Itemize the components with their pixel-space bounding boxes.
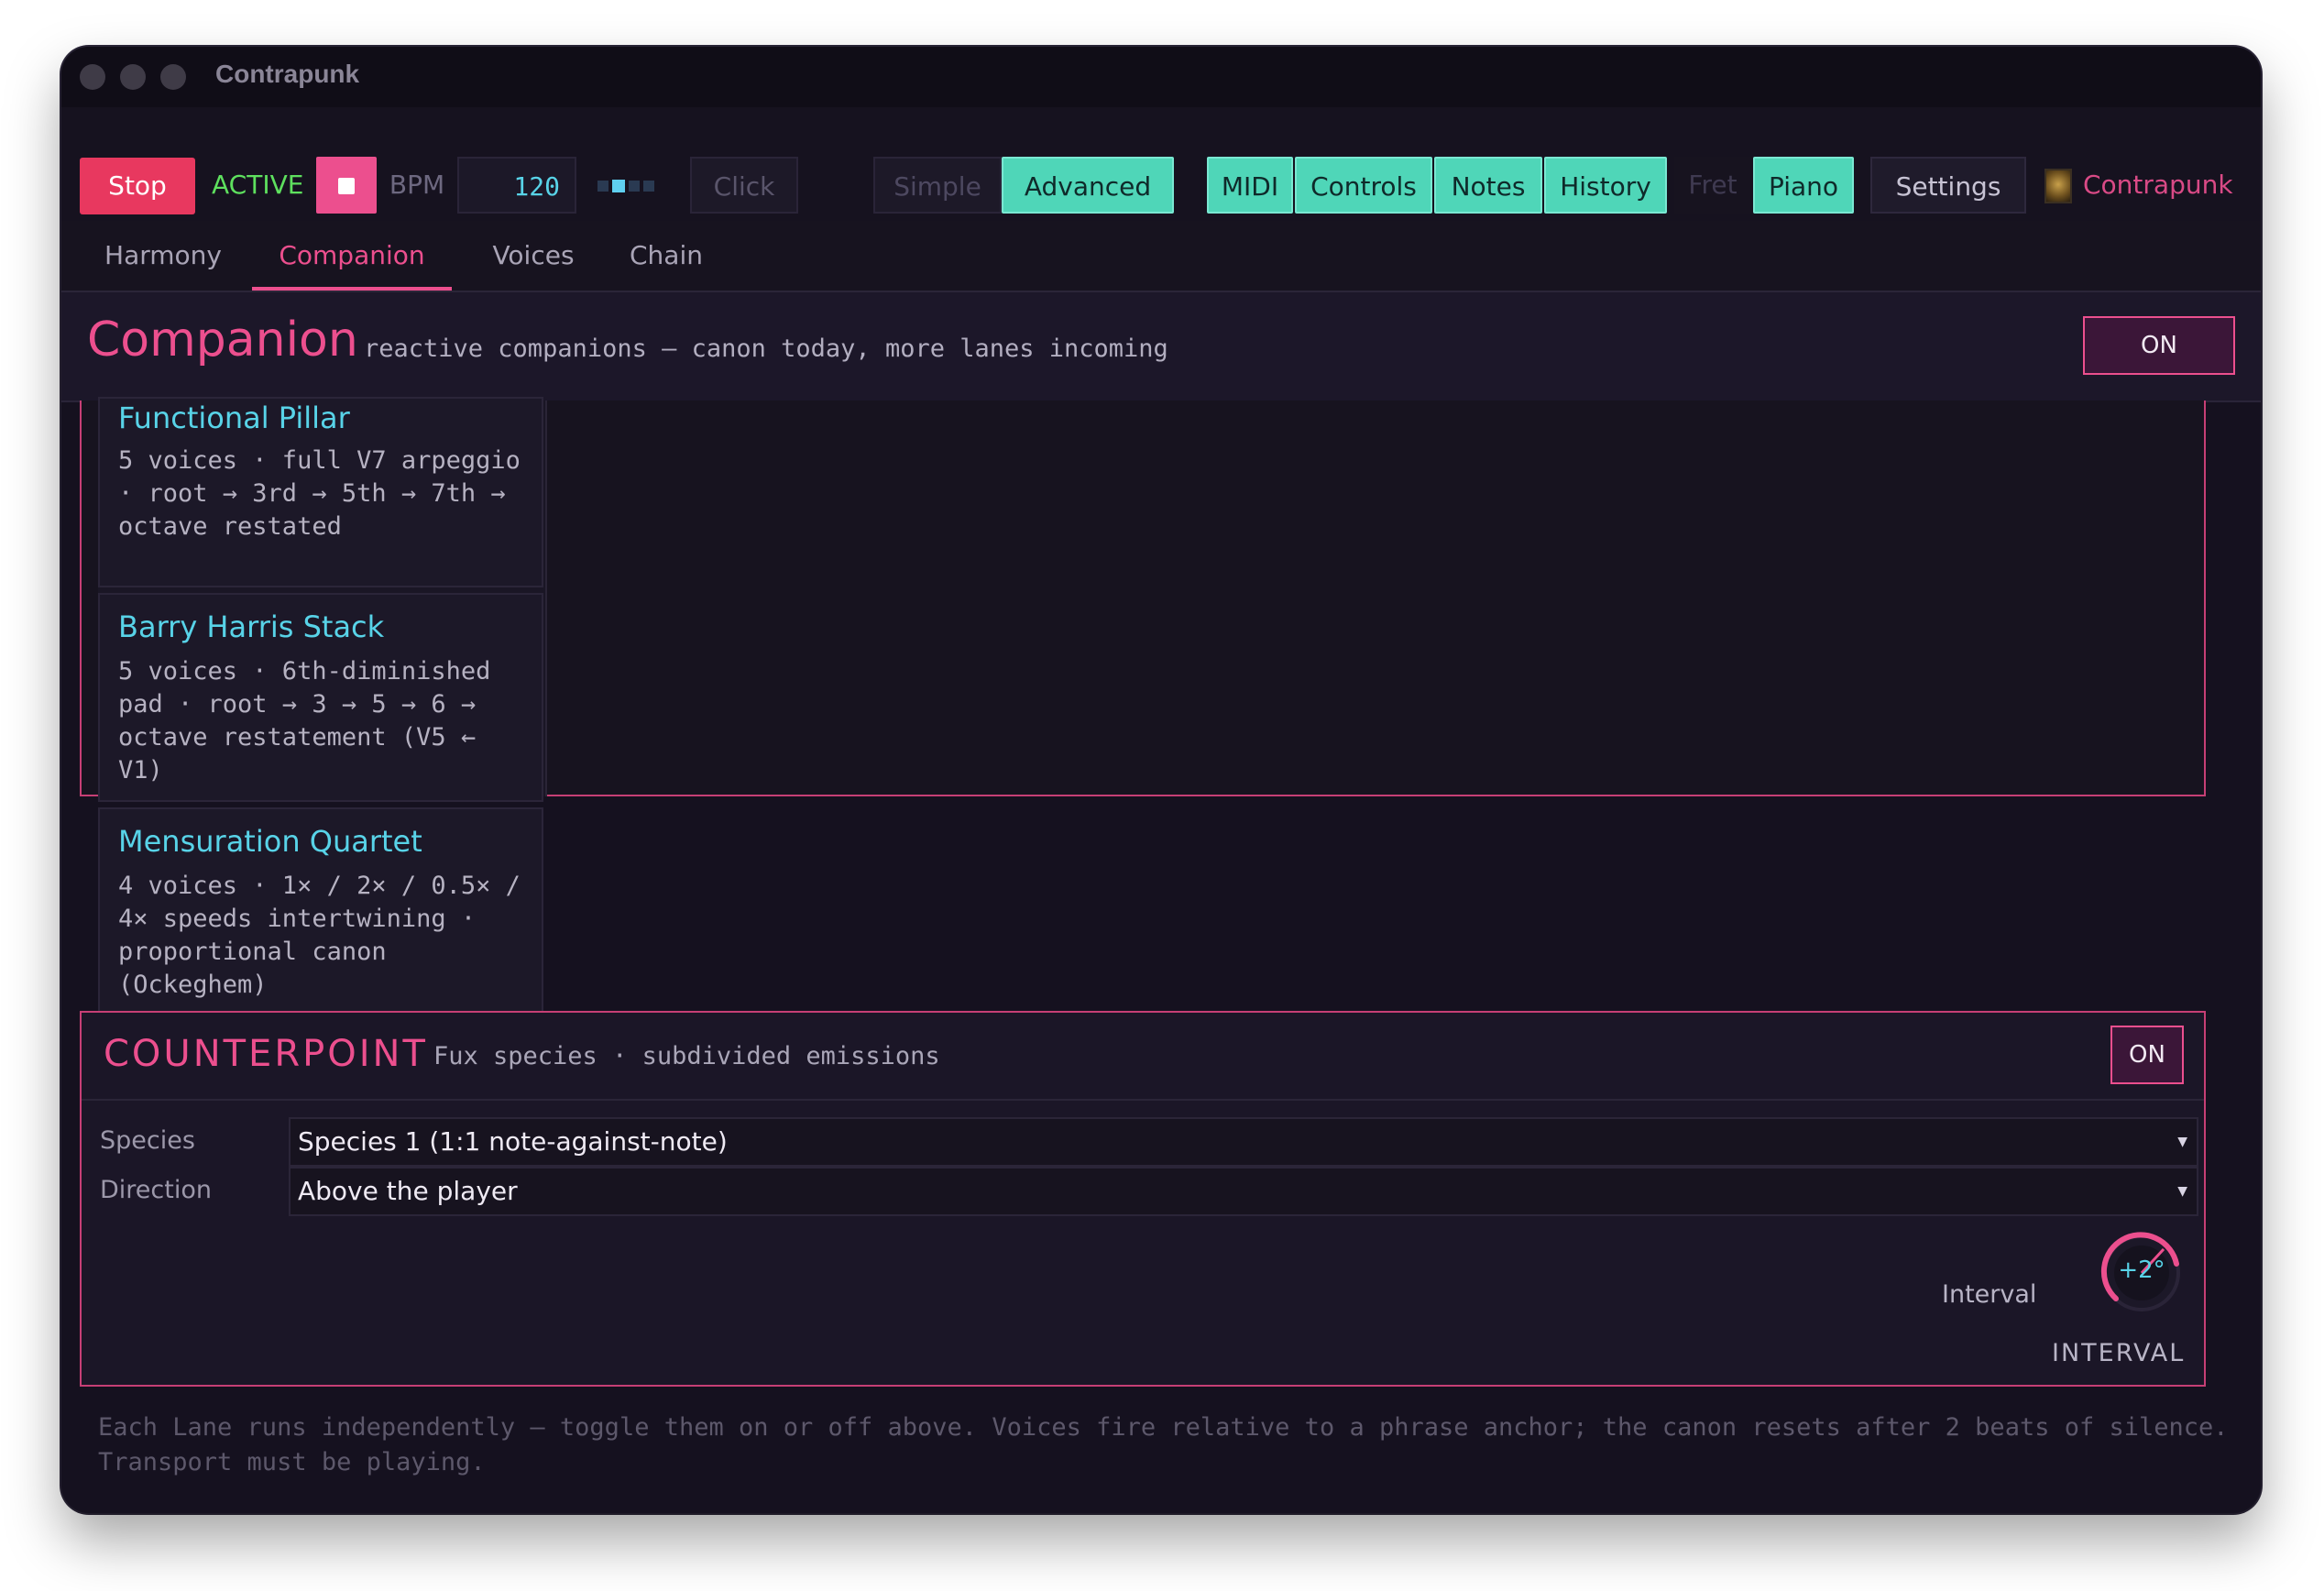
midi-button[interactable]: MIDI [1207, 157, 1293, 214]
history-button[interactable]: History [1544, 157, 1667, 214]
brand-name: Contrapunk [2083, 170, 2233, 200]
simple-mode-button[interactable]: Simple [873, 157, 1002, 214]
counterpoint-title: COUNTERPOINT [104, 1033, 428, 1075]
interval-value: +2° [2118, 1256, 2165, 1284]
species-select[interactable]: Species 1 (1:1 note-against-note) ▼ [289, 1117, 2198, 1167]
preset-card[interactable]: Functional Pillar 5 voices · full V7 arp… [98, 397, 543, 587]
chevron-down-icon: ▼ [2177, 1135, 2187, 1149]
preset-title: Mensuration Quartet [118, 824, 422, 859]
preset-card[interactable]: Mensuration Quartet 4 voices · 1× / 2× /… [98, 807, 543, 1016]
direction-value: Above the player [298, 1176, 518, 1206]
window-title: Contrapunk [215, 60, 360, 88]
preset-title: Functional Pillar [118, 400, 350, 435]
direction-select[interactable]: Above the player ▼ [289, 1167, 2198, 1216]
tab-bar: Harmony Companion Voices Chain [61, 221, 2261, 292]
counterpoint-subtitle: Fux species · subdivided emissions [433, 1042, 940, 1070]
app-window: Contrapunk Stop ACTIVE BPM 120 Click Sim… [61, 47, 2261, 1513]
bpm-label: BPM [389, 170, 445, 200]
preset-title: Barry Harris Stack [118, 609, 385, 644]
counterpoint-header: COUNTERPOINT Fux species · subdivided em… [82, 1013, 2204, 1101]
app-logo-icon [2041, 157, 2076, 214]
species-label: Species [100, 1126, 195, 1155]
tab-harmony[interactable]: Harmony [94, 221, 232, 291]
preset-list[interactable]: Functional Pillar 5 voices · full V7 arp… [98, 397, 547, 1016]
advanced-mode-button[interactable]: Advanced [1002, 157, 1174, 214]
companion-panel: Functional Pillar 5 voices · full V7 arp… [80, 397, 2206, 1016]
notes-button[interactable]: Notes [1434, 157, 1542, 214]
tab-chain[interactable]: Chain [615, 221, 718, 291]
footer-note: Each Lane runs independently — toggle th… [98, 1413, 2229, 1476]
tab-voices[interactable]: Voices [472, 221, 595, 291]
species-value: Species 1 (1:1 note-against-note) [298, 1126, 728, 1157]
stop-button[interactable]: Stop [80, 158, 195, 214]
companion-toggle-button[interactable]: ON [2083, 316, 2235, 375]
record-toggle-button[interactable] [316, 157, 377, 214]
tab-companion[interactable]: Companion [252, 221, 452, 291]
preset-card[interactable]: Barry Harris Stack 5 voices · 6th-dimini… [98, 593, 543, 802]
status-indicator: ACTIVE [212, 170, 304, 200]
toolbar: Stop ACTIVE BPM 120 Click Simple Advance… [61, 107, 2261, 223]
page-subtitle: reactive companions — canon today, more … [364, 335, 1168, 363]
stop-square-icon [338, 178, 355, 194]
interval-knob[interactable]: +2° [2098, 1229, 2186, 1317]
fret-button[interactable]: Fret [1674, 157, 1751, 214]
preset-description: 5 voices · 6th-diminished pad · root → 3… [118, 657, 491, 785]
level-meter-icon [587, 157, 664, 214]
minimize-window-button[interactable] [120, 64, 146, 90]
title-bar: Contrapunk [61, 47, 2261, 109]
piano-button[interactable]: Piano [1753, 157, 1854, 214]
counterpoint-toggle-button[interactable]: ON [2110, 1026, 2184, 1084]
page-title: Companion [87, 313, 358, 368]
click-button[interactable]: Click [690, 157, 798, 214]
bpm-input[interactable]: 120 [457, 157, 576, 214]
counterpoint-panel: COUNTERPOINT Fux species · subdivided em… [80, 1011, 2206, 1387]
interval-label: Interval [1942, 1280, 2037, 1309]
controls-button[interactable]: Controls [1295, 157, 1432, 214]
preset-description: 4 voices · 1× / 2× / 0.5× / 4× speeds in… [118, 872, 521, 999]
chevron-down-icon: ▼ [2177, 1184, 2187, 1199]
zoom-window-button[interactable] [160, 64, 186, 90]
direction-label: Direction [100, 1176, 212, 1204]
close-window-button[interactable] [80, 64, 105, 90]
interval-caption: INTERVAL [2052, 1339, 2186, 1367]
settings-button[interactable]: Settings [1870, 157, 2026, 214]
companion-header: Companion reactive companions — canon to… [61, 292, 2261, 402]
preset-description: 5 voices · full V7 arpeggio · root → 3rd… [118, 446, 521, 541]
